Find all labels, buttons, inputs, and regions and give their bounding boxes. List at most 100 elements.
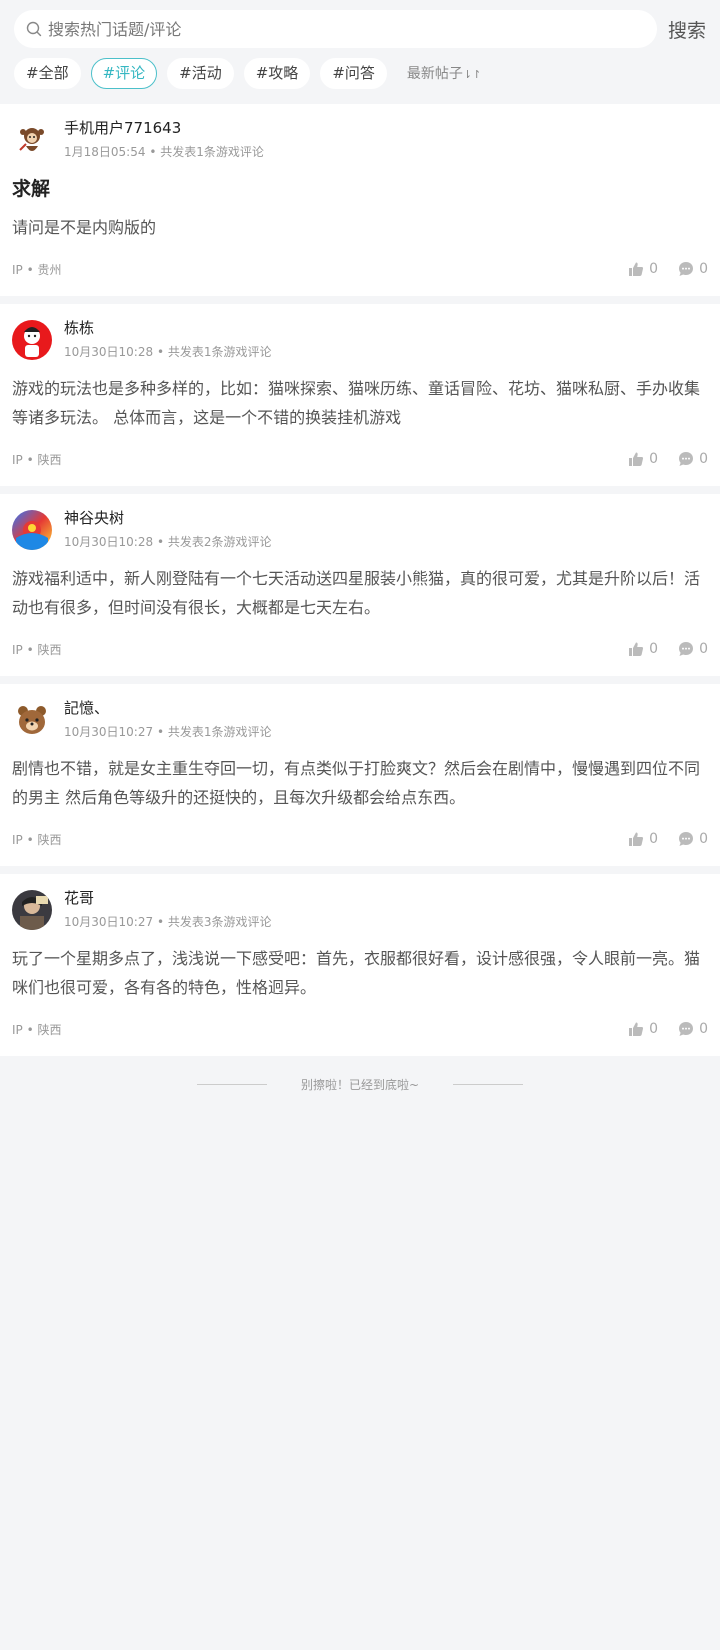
ip-location: IP • 陕西 [12, 642, 62, 657]
username[interactable]: 栋栋 [64, 317, 271, 339]
like-button[interactable]: 0 [628, 261, 658, 277]
comment-button[interactable]: 0 [678, 451, 708, 467]
review-count: 共发表1条游戏评论 [167, 345, 272, 359]
like-count: 0 [649, 261, 659, 277]
search-input[interactable] [48, 19, 608, 39]
post-card[interactable]: 手机用户771643 1月18日05:54 • 共发表1条游戏评论 求解 请问是不是内… [0, 104, 720, 296]
avatar[interactable] [12, 510, 52, 550]
like-button[interactable]: 0 [628, 451, 658, 467]
comment-count: 0 [699, 1021, 708, 1037]
post-card[interactable]: 花哥 10月30日10:27 • 共发表3条游戏评论玩了一个星期多点了，浅浅说一下… [0, 874, 720, 1056]
review-count: 共发表3条游戏评论 [167, 915, 272, 929]
post-footer: IP • 陕西 0 0 [12, 622, 708, 676]
post-time: 10月30日10:28 [64, 345, 154, 359]
avatar[interactable] [12, 890, 52, 930]
post-author: 記憶、 10月30日10:27 • 共发表1条游戏评论 [12, 697, 708, 740]
comment-icon [679, 262, 694, 276]
post-footer: IP • 陕西 0 0 [12, 1002, 708, 1056]
tag-row: #全部 #评论 #活动 #攻略 #问答 最新帖子⇂↾ [14, 57, 706, 89]
like-count: 0 [649, 641, 659, 657]
username[interactable]: 花哥 [64, 887, 271, 909]
post-author: 神谷央树 10月30日10:28 • 共发表2条游戏评论 [12, 507, 708, 550]
avatar[interactable] [12, 700, 52, 740]
thumb-up-icon [629, 1022, 644, 1036]
post-card[interactable]: 栋栋 10月30日10:28 • 共发表1条游戏评论游戏的玩法也是多种多样的，比如… [0, 304, 720, 486]
comment-button[interactable]: 0 [678, 1021, 708, 1037]
author-meta: 栋栋 10月30日10:28 • 共发表1条游戏评论 [64, 317, 271, 360]
post-content: 玩了一个星期多点了，浅浅说一下感受吧：首先，衣服都很好看，设计感很强，令人眼前一… [12, 949, 701, 997]
review-count: 共发表1条游戏评论 [160, 145, 264, 159]
comment-count: 0 [699, 641, 708, 657]
review-count: 共发表2条游戏评论 [167, 535, 272, 549]
author-meta: 手机用户771643 1月18日05:54 • 共发表1条游戏评论 [64, 117, 264, 160]
search-row: 搜索 [14, 10, 706, 48]
meta-dot: • [145, 145, 161, 159]
header: 搜索 #全部 #评论 #活动 #攻略 #问答 最新帖子⇂↾ [0, 0, 720, 104]
like-button[interactable]: 0 [628, 831, 658, 847]
author-meta: 記憶、 10月30日10:27 • 共发表1条游戏评论 [64, 697, 271, 740]
post-card[interactable]: 記憶、 10月30日10:27 • 共发表1条游戏评论剧情也不错，就是女主重生夺回… [0, 684, 720, 866]
tag-all[interactable]: #全部 [14, 57, 81, 89]
end-note: 别擦啦！已经到底啦~ [300, 1077, 420, 1092]
ip-location: IP • 陕西 [12, 1022, 62, 1037]
comment-icon [679, 1022, 694, 1036]
avatar[interactable] [12, 120, 52, 160]
comment-count: 0 [699, 451, 708, 467]
comment-icon [679, 832, 694, 846]
meta-dot: • [153, 725, 168, 739]
post-time: 10月30日10:28 [64, 535, 154, 549]
like-count: 0 [649, 831, 659, 847]
tag-events[interactable]: #活动 [167, 57, 234, 89]
thumb-up-icon [629, 832, 644, 846]
post-meta: 10月30日10:27 • 共发表3条游戏评论 [64, 914, 271, 930]
tag-qa[interactable]: #问答 [320, 57, 387, 89]
review-count: 共发表1条游戏评论 [167, 725, 272, 739]
post-author: 栋栋 10月30日10:28 • 共发表1条游戏评论 [12, 317, 708, 360]
post-meta: 10月30日10:28 • 共发表1条游戏评论 [64, 344, 271, 360]
divider-right [453, 1083, 524, 1085]
ip-location: IP • 陕西 [12, 832, 62, 847]
post-content: 游戏的玩法也是多种多样的，比如：猫咪探索、猫咪历练、童话冒险、花坊、猫咪私厨、手… [12, 379, 701, 427]
post-time: 10月30日10:27 [64, 725, 154, 739]
divider-left [196, 1083, 267, 1085]
post-meta: 10月30日10:28 • 共发表2条游戏评论 [64, 534, 271, 550]
post-meta: 10月30日10:27 • 共发表1条游戏评论 [64, 724, 271, 740]
comment-count: 0 [699, 261, 708, 277]
comment-button[interactable]: 0 [678, 641, 708, 657]
post-title: 求解 [12, 178, 51, 200]
thumb-up-icon [629, 642, 644, 656]
search-box[interactable] [14, 10, 657, 48]
post-card[interactable]: 神谷央树 10月30日10:28 • 共发表2条游戏评论游戏福利适中，新人刚登陆有… [0, 494, 720, 676]
comment-button[interactable]: 0 [678, 261, 708, 277]
sort-label: 最新帖子 [406, 66, 463, 82]
ip-location: IP • 贵州 [12, 262, 62, 277]
author-meta: 神谷央树 10月30日10:28 • 共发表2条游戏评论 [64, 507, 271, 550]
post-content: 游戏福利适中，新人刚登陆有一个七天活动送四星服装小熊猫，真的很可爱，尤其是升阶以… [12, 569, 701, 617]
post-footer: IP • 陕西 0 0 [12, 432, 708, 486]
tag-guides[interactable]: #攻略 [243, 57, 311, 89]
search-button[interactable]: 搜索 [668, 16, 706, 43]
sort-button[interactable]: 最新帖子⇂↾ [407, 63, 481, 83]
username[interactable]: 手机用户771643 [64, 117, 264, 139]
post-author: 手机用户771643 1月18日05:54 • 共发表1条游戏评论 [12, 117, 708, 160]
comment-icon [679, 642, 694, 656]
post-content: 剧情也不错，就是女主重生夺回一切，有点类似于打脸爽文？然后会在剧情中，慢慢遇到四… [12, 759, 701, 807]
tag-reviews[interactable]: #评论 [90, 57, 158, 89]
post-meta: 1月18日05:54 • 共发表1条游戏评论 [64, 144, 264, 160]
like-button[interactable]: 0 [628, 641, 658, 657]
username[interactable]: 神谷央树 [64, 507, 271, 529]
meta-dot: • [153, 535, 168, 549]
comment-count: 0 [699, 831, 708, 847]
like-count: 0 [649, 451, 659, 467]
end-of-list: 别擦啦！已经到底啦~ [0, 1064, 720, 1104]
username[interactable]: 記憶、 [64, 697, 271, 719]
comment-button[interactable]: 0 [678, 831, 708, 847]
like-count: 0 [649, 1021, 659, 1037]
search-icon [26, 21, 42, 37]
thumb-up-icon [629, 262, 644, 276]
post-footer: IP • 陕西 0 0 [12, 812, 708, 866]
avatar[interactable] [12, 320, 52, 360]
meta-dot: • [153, 345, 168, 359]
post-time: 1月18日05:54 [64, 145, 146, 159]
like-button[interactable]: 0 [628, 1021, 658, 1037]
